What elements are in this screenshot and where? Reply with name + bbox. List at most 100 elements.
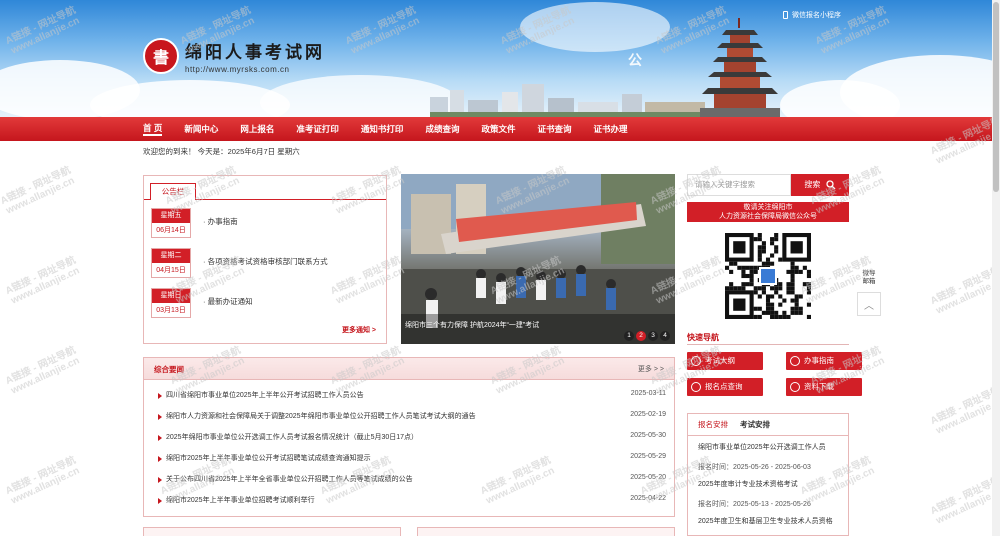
date-day: 06月14日 xyxy=(156,227,186,234)
nav-item-3[interactable]: 准考证打印 xyxy=(296,123,339,135)
slider-dot-4[interactable]: 4 xyxy=(660,331,670,341)
location-icon xyxy=(691,382,701,392)
watermark-line-2: www.allanjie.cn xyxy=(9,355,82,397)
news-photo-slider[interactable]: 绵阳市三个有力保障 护航2024年“一建”考试 1234 xyxy=(401,174,675,344)
banner-mark: 公 xyxy=(628,52,642,68)
page-scrollbar[interactable] xyxy=(992,0,1000,536)
exam-item[interactable]: 绵阳市事业单位2025年公开选调工作人员 报名时间：2025-05-26 - 20… xyxy=(688,436,848,473)
quick-nav-button[interactable]: 考试大纲 xyxy=(687,352,763,370)
download-icon xyxy=(790,382,800,392)
watermark-line-2: www.allanjie.cn xyxy=(4,175,77,217)
bullet-icon xyxy=(158,477,162,483)
site-logo[interactable]: 書 绵阳人事考试网 http://www.myrsks.com.cn xyxy=(143,38,325,74)
welcome-text: 欢迎您的到来！ 今天是：2025年6月7日 星期六 xyxy=(143,147,300,156)
exam-item-title[interactable]: 2025年度卫生和基层卫生专业技术人员资格 xyxy=(698,516,838,527)
date-block: 星期日 03月13日 xyxy=(151,288,191,318)
news-row[interactable]: 绵阳市人力资源和社会保障局关于调整2025年绵阳市事业单位公开招聘工作人员笔试考… xyxy=(154,411,666,423)
quick-nav-button[interactable]: 资料下载 xyxy=(786,378,862,396)
news-row[interactable]: 四川省绵阳市事业单位2025年上半年公开考试招聘工作人员公告 2025-03-11 xyxy=(154,390,666,402)
news-row-date: 2025-05-30 xyxy=(630,432,666,439)
watermark-line-2: www.allanjie.cn xyxy=(934,275,1000,317)
nav-item-8[interactable]: 证书办理 xyxy=(593,123,627,135)
exam-item[interactable]: 2025年度审计专业技术资格考试报名时间：2025-05-13 - 2025-0… xyxy=(688,473,848,510)
nav-item-7[interactable]: 证书查询 xyxy=(537,123,571,135)
tab-exam-schedule[interactable]: 考试安排 xyxy=(740,419,770,430)
bottom-panel-left xyxy=(143,527,401,536)
scrollbar-thumb[interactable] xyxy=(993,2,999,192)
nav-item-4[interactable]: 通知书打印 xyxy=(361,123,404,135)
news-row[interactable]: 关于公布四川省2025年上半年全省事业单位公开招聘工作人员等笔试成绩的公告 202… xyxy=(154,474,666,486)
document-icon xyxy=(691,356,701,366)
chevron-up-icon: ︿ xyxy=(864,300,874,312)
tab-registration[interactable]: 报名安排 xyxy=(698,419,728,430)
pagoda-tower xyxy=(700,18,780,117)
main-nav: 首 页 新闻中心 网上报名 准考证打印 通知书打印 成绩查询 政策文件 证书查询 证书办理 xyxy=(0,117,1000,141)
watermark-line-1: A链接 - 网址导航 xyxy=(928,264,1000,308)
notice-item[interactable]: 星期五 06月14日 · 办事指南 xyxy=(151,208,377,238)
notice-tab[interactable]: 公告栏 xyxy=(150,183,196,200)
wechat-miniprogram-link[interactable]: 微信报名小程序 xyxy=(783,10,841,20)
nav-item-6[interactable]: 政策文件 xyxy=(481,123,515,135)
watermark-line-2: www.allanjie.cn xyxy=(9,265,82,307)
bottom-panel-right xyxy=(417,527,675,536)
news-row-date: 2025-04-22 xyxy=(630,495,666,502)
slider-dot-1[interactable]: 1 xyxy=(624,331,634,341)
watermark: A链接 - 网址导航 www.allanjie.cn xyxy=(929,265,1000,317)
watermark: A链接 - 网址导航 www.allanjie.cn xyxy=(929,385,1000,437)
news-more-link[interactable]: 更多 > > xyxy=(638,364,664,374)
search-button[interactable]: 搜索 xyxy=(791,174,849,196)
search-icon xyxy=(825,180,836,190)
news-row-title[interactable]: 绵阳市2025年上半年事业单位公开考试招聘笔试成绩查询通知提示 xyxy=(166,453,371,463)
watermark-line-2: www.allanjie.cn xyxy=(934,485,1000,527)
news-row-title[interactable]: 关于公布四川省2025年上半年全省事业单位公开招聘工作人员等笔试成绩的公告 xyxy=(166,474,413,484)
exam-item[interactable]: 2025年度卫生和基层卫生专业技术人员资格 xyxy=(688,510,848,527)
back-to-top-button[interactable]: ︿ xyxy=(857,292,881,316)
notice-item[interactable]: 星期日 03月13日 · 最新办证通知 xyxy=(151,288,377,318)
exam-scene-photo xyxy=(401,174,675,344)
exam-item-period: 报名时间：2025-05-13 - 2025-05-26 xyxy=(698,501,811,508)
slider-dot-3[interactable]: 3 xyxy=(648,331,658,341)
notice-title[interactable]: · 各项资格考试资格审核部门联系方式 xyxy=(203,256,328,267)
news-row[interactable]: 2025年绵阳市事业单位公开选调工作人员考试报名情况统计（截止5月30日17点）… xyxy=(154,432,666,444)
slider-dot-2[interactable]: 2 xyxy=(636,331,646,341)
watermark-line-2: www.allanjie.cn xyxy=(9,465,82,507)
news-row-title[interactable]: 四川省绵阳市事业单位2025年上半年公开考试招聘工作人员公告 xyxy=(166,390,364,400)
news-row-title[interactable]: 绵阳市人力资源和社会保障局关于调整2025年绵阳市事业单位公开招聘工作人员笔试考… xyxy=(166,411,476,421)
nav-item-1[interactable]: 新闻中心 xyxy=(184,123,218,135)
photo-caption[interactable]: 绵阳市三个有力保障 护航2024年“一建”考试 xyxy=(405,320,539,330)
news-row-title[interactable]: 2025年绵阳市事业单位公开选调工作人员考试报名情况统计（截止5月30日17点） xyxy=(166,432,418,442)
search-input[interactable]: 请输入关键字搜索 xyxy=(687,174,791,196)
date-block: 星期五 06月14日 xyxy=(151,208,191,238)
watermark-line-2: www.allanjie.cn xyxy=(934,395,1000,437)
news-row-title[interactable]: 绵阳市2025年上半年事业单位招聘考试顺利举行 xyxy=(166,495,315,505)
notice-item[interactable]: 星期二 04月15日 · 各项资格考试资格审核部门联系方式 xyxy=(151,248,377,278)
watermark-line-1: A链接 - 网址导航 xyxy=(928,474,1000,518)
divider xyxy=(687,344,849,345)
nav-item-2[interactable]: 网上报名 xyxy=(240,123,274,135)
notice-title[interactable]: · 最新办证通知 xyxy=(203,296,253,307)
nav-item-0[interactable]: 首 页 xyxy=(143,122,163,136)
exam-item-title[interactable]: 2025年度审计专业技术资格考试 xyxy=(698,479,838,490)
notice-board: 公告栏 星期五 06月14日 · 办事指南星期二 04月15日 · 各项资格考试资格审核… xyxy=(143,175,387,344)
quick-nav-button[interactable]: 办事指南 xyxy=(786,352,862,370)
news-row-date: 2025-03-11 xyxy=(630,390,666,397)
news-row[interactable]: 绵阳市2025年上半年事业单位公开考试招聘笔试成绩查询通知提示 2025-05-2… xyxy=(154,453,666,465)
watermark: A链接 - 网址导航 www.allanjie.cn xyxy=(0,165,77,217)
bullet-icon xyxy=(158,414,162,420)
exam-item-title[interactable]: 绵阳市事业单位2025年公开选调工作人员 xyxy=(698,442,838,453)
quick-nav-title: 快速导航 xyxy=(687,333,719,342)
more-notices-link[interactable]: 更多通知 > xyxy=(342,325,376,335)
side-mailbox-link[interactable]: 微导 邮箱 xyxy=(857,270,881,286)
watermark-line-1: A链接 - 网址导航 xyxy=(928,384,1000,428)
news-title: 综合要闻 xyxy=(154,365,184,374)
nav-item-5[interactable]: 成绩查询 xyxy=(425,123,459,135)
news-row[interactable]: 绵阳市2025年上半年事业单位招聘考试顺利举行 2025-04-22 xyxy=(154,495,666,507)
wechat-link-label: 微信报名小程序 xyxy=(792,12,841,19)
notice-title[interactable]: · 办事指南 xyxy=(203,216,238,227)
date-block: 星期二 04月15日 xyxy=(151,248,191,278)
city-skyline xyxy=(430,84,730,117)
quick-nav-label: 资料下载 xyxy=(804,382,834,391)
quick-nav-label: 考试大纲 xyxy=(705,356,735,365)
watermark: A链接 - 网址导航 www.allanjie.cn xyxy=(4,255,82,307)
quick-nav-button[interactable]: 报名点查询 xyxy=(687,378,763,396)
